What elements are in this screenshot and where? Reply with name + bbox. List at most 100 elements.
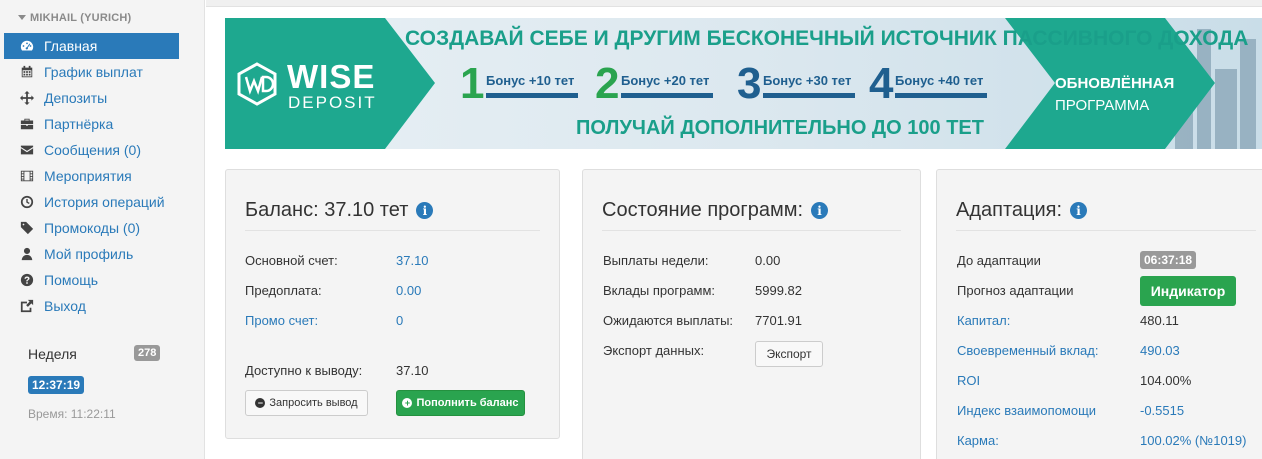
adaptation-timer-badge: 06:37:18 [1140,251,1197,269]
sidebar: MIKHAIL (YURICH) Главная График выплат Д… [0,0,205,459]
step-number: 2 [595,59,620,108]
sidebar-item-label: История операций [44,194,165,210]
sidebar-menu: Главная График выплат Депозиты Партнёрка… [4,33,179,319]
sidebar-item-logout[interactable]: Выход [4,293,179,319]
promo-account-value[interactable]: 0 [396,313,403,328]
top-up-balance-button[interactable]: + Пополнить баланс [396,390,525,416]
sidebar-item-label: Главная [44,38,98,54]
karma-link[interactable]: Карма: [957,433,999,448]
prepay-value[interactable]: 0.00 [396,283,421,298]
divider [245,230,540,231]
clock-icon [20,195,34,209]
calendar-icon [20,65,34,79]
timely-deposit-link[interactable]: Своевременный вклад: [957,343,1098,358]
capital-link[interactable]: Капитал: [957,313,1010,328]
sidebar-item-label: Депозиты [44,90,108,106]
sidebar-item-label: Выход [44,298,86,314]
sidebar-item-schedule[interactable]: График выплат [4,59,179,85]
promo-banner[interactable]: WISE DEPOSIT СОЗДАВАЙ СЕБЕ И ДРУГИМ БЕСК… [225,18,1262,149]
info-icon[interactable]: i [1070,202,1088,219]
prepay-label: Предоплата: [245,283,322,298]
step-label: Бонус +40 тет [895,73,984,88]
adaptation-title-text: Адаптация: [956,199,1063,221]
move-arrows-icon [20,91,34,105]
step-underline [621,93,713,98]
sidebar-item-history[interactable]: История операций [4,189,179,215]
sidebar-item-promocodes[interactable]: Промокоды (0) [4,215,179,241]
roi-link[interactable]: ROI [957,373,980,388]
clock-badge: 12:37:19 [28,376,85,394]
roi-value: 104.00% [1140,373,1192,388]
main-account-label: Основной счет: [245,253,338,268]
weekly-payouts-label: Выплаты недели: [603,253,709,268]
programs-title-text: Состояние программ: [602,199,804,221]
balance-title-text: Баланс: 37.10 тет [245,199,409,221]
tag-icon [20,221,34,235]
programs-title: Состояние программ: i [602,199,829,222]
sidebar-item-partners[interactable]: Партнёрка [4,111,179,137]
timely-deposit-value[interactable]: 490.03 [1140,343,1180,358]
server-time: Время: 11:22:11 [28,407,116,421]
week-label: Неделя [28,346,77,362]
request-withdraw-button[interactable]: − Запросить вывод [245,390,368,416]
karma-value[interactable]: 100.02% (№1019) [1140,433,1246,448]
sidebar-item-label: Помощь [44,272,99,288]
info-icon[interactable]: i [416,202,434,219]
available-label: Доступно к выводу: [245,363,363,378]
divider [602,230,901,231]
step-label: Бонус +30 тет [763,73,852,88]
wise-deposit-logo-icon [237,62,277,106]
sidebar-item-help[interactable]: Помощь [4,267,179,293]
dashboard-icon [20,39,34,53]
sidebar-item-events[interactable]: Мероприятия [4,163,179,189]
banner-subline: ПОЛУЧАЙ ДОПОЛНИТЕЛЬНО ДО 100 ТЕТ [575,117,984,139]
sidebar-item-deposits[interactable]: Депозиты [4,85,179,111]
forecast-label: Прогноз адаптации [957,283,1074,298]
mutual-aid-index-value[interactable]: -0.5515 [1140,403,1184,418]
promo-account-link[interactable]: Промо счет: [245,313,318,328]
step-underline [763,93,855,98]
sidebar-item-label: Промокоды (0) [44,220,141,236]
exit-icon [20,299,34,313]
sidebar-item-home[interactable]: Главная [4,33,179,59]
minus-circle-icon: − [255,398,266,408]
main-account-value[interactable]: 37.10 [396,253,429,268]
step-number: 1 [460,59,485,108]
film-icon [20,169,34,183]
adaptation-card: Адаптация: i До адаптации 06:37:18 Прогно… [936,169,1262,459]
step-number: 3 [737,59,762,108]
program-subtitle: ПРОГРАММА [1055,97,1150,114]
logo-text-wise: WISE [287,58,376,95]
user-menu-toggle[interactable]: MIKHAIL (YURICH) [18,12,131,24]
export-button[interactable]: Экспорт [755,341,823,367]
step-number: 4 [869,59,894,108]
balance-card: Баланс: 37.10 тет i Основной счет: 37.10 … [225,169,560,439]
sidebar-item-label: Мой профиль [44,246,134,262]
available-value: 37.10 [396,363,429,378]
building-shape [1215,69,1237,149]
week-badge: 278 [134,345,161,361]
button-label: Запросить вывод [269,397,358,409]
info-icon[interactable]: i [811,202,829,219]
program-deposits-value: 5999.82 [755,283,802,298]
envelope-icon [20,143,34,157]
caret-down-icon [18,15,26,20]
program-deposits-label: Вклады программ: [603,283,716,298]
step-label: Бонус +10 тет [486,73,575,88]
weekly-payouts-value: 0.00 [755,253,781,268]
user-icon [20,247,34,261]
question-icon [20,273,34,287]
capital-value: 480.11 [1140,313,1179,328]
step-underline [486,93,578,98]
export-data-label: Экспорт данных: [603,343,705,358]
top-strip [206,0,1262,7]
logo-text-deposit: DEPOSIT [288,93,377,112]
indicator-button[interactable]: Индикатор [1140,276,1236,306]
sidebar-item-label: Партнёрка [44,116,114,132]
sidebar-item-messages[interactable]: Сообщения (0) [4,137,179,163]
programs-card: Состояние программ: i Выплаты недели: 0.0… [582,169,921,459]
sidebar-item-profile[interactable]: Мой профиль [4,241,179,267]
until-adaptation-label: До адаптации [957,253,1041,268]
adaptation-title: Адаптация: i [956,199,1088,222]
mutual-aid-index-link[interactable]: Индекс взаимопомощи [957,403,1096,418]
